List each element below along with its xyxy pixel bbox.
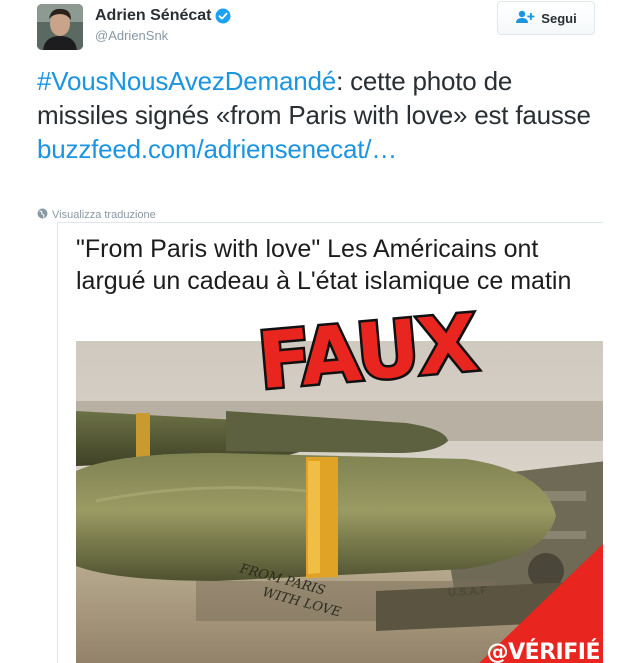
avatar[interactable] bbox=[37, 4, 83, 50]
follow-button[interactable]: Segui bbox=[497, 1, 595, 35]
tweet-hashtag[interactable]: #VousNousAvezDemandé bbox=[37, 66, 336, 96]
verified-badge-icon bbox=[215, 8, 231, 24]
author-handle[interactable]: @AdrienSnk bbox=[95, 28, 231, 43]
add-user-icon bbox=[515, 10, 535, 27]
follow-button-label: Segui bbox=[541, 10, 577, 26]
faux-stamp: FAUX bbox=[252, 296, 482, 410]
globe-icon bbox=[37, 208, 48, 222]
media-card[interactable]: "From Paris with love" Les Américains on… bbox=[57, 222, 603, 663]
translate-link[interactable]: Visualizza traduzione bbox=[37, 208, 156, 222]
author-block: Adrien Sénécat @AdrienSnk bbox=[95, 7, 231, 43]
tweet-text: #VousNousAvezDemandé: cette photo de mis… bbox=[37, 64, 597, 166]
translate-label: Visualizza traduzione bbox=[52, 209, 156, 221]
media-caption: "From Paris with love" Les Américains on… bbox=[76, 235, 572, 295]
verifie-badge: @VÉRIFIÉ bbox=[486, 640, 601, 663]
tweet-link[interactable]: buzzfeed.com/adriensenecat/… bbox=[37, 134, 397, 164]
author-name[interactable]: Adrien Sénécat bbox=[95, 7, 211, 25]
